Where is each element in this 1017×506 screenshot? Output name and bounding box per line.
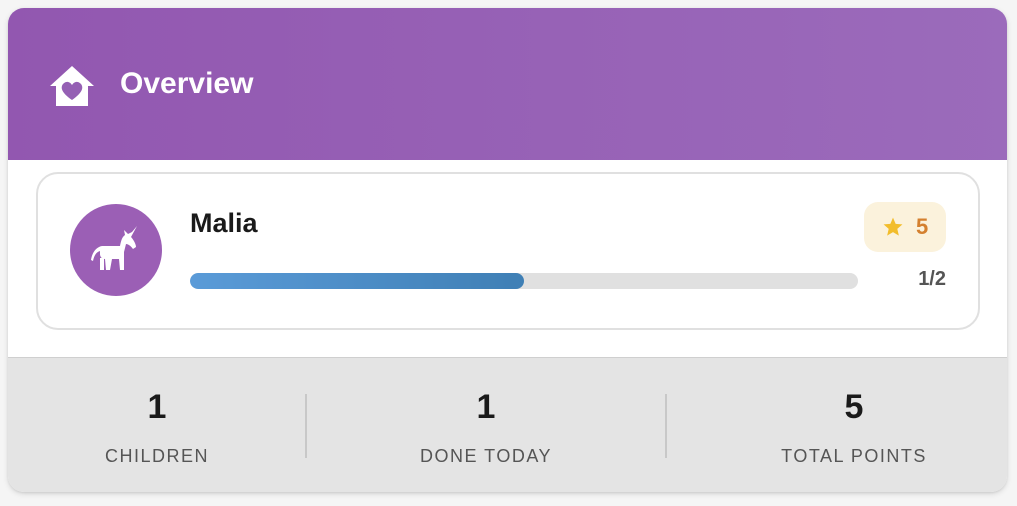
stats-bar: 1 CHILDREN 1 DONE TODAY 5 TOTAL POINTS xyxy=(8,357,1007,492)
stat-label: CHILDREN xyxy=(104,446,209,466)
progress-bar xyxy=(190,273,858,289)
star-icon xyxy=(883,217,903,236)
home-heart-icon xyxy=(48,64,96,108)
stat-value: 1 xyxy=(476,388,496,426)
page-title: Overview xyxy=(120,67,254,100)
stat-total-points: 5 TOTAL POINTS xyxy=(666,358,1007,492)
stat-label: TOTAL POINTS xyxy=(781,446,927,466)
points-value: 5 xyxy=(916,214,929,239)
avatar xyxy=(70,204,162,296)
points-badge: 5 xyxy=(864,202,946,252)
child-name: Malia xyxy=(190,208,258,238)
stat-children: 1 CHILDREN xyxy=(8,358,306,492)
stat-value: 1 xyxy=(147,388,167,426)
overview-card: Overview Malia 5 1/2 1 CHILDREN 1 DONE T… xyxy=(8,8,1007,492)
stat-label: DONE TODAY xyxy=(419,446,553,466)
progress-count: 1/2 xyxy=(918,268,946,290)
progress-fill xyxy=(190,273,524,289)
stat-value: 5 xyxy=(844,388,864,426)
stat-done-today: 1 DONE TODAY xyxy=(306,358,666,492)
child-card[interactable]: Malia 5 1/2 xyxy=(36,172,980,330)
overview-header: Overview xyxy=(8,8,1007,160)
unicorn-icon xyxy=(91,226,137,270)
